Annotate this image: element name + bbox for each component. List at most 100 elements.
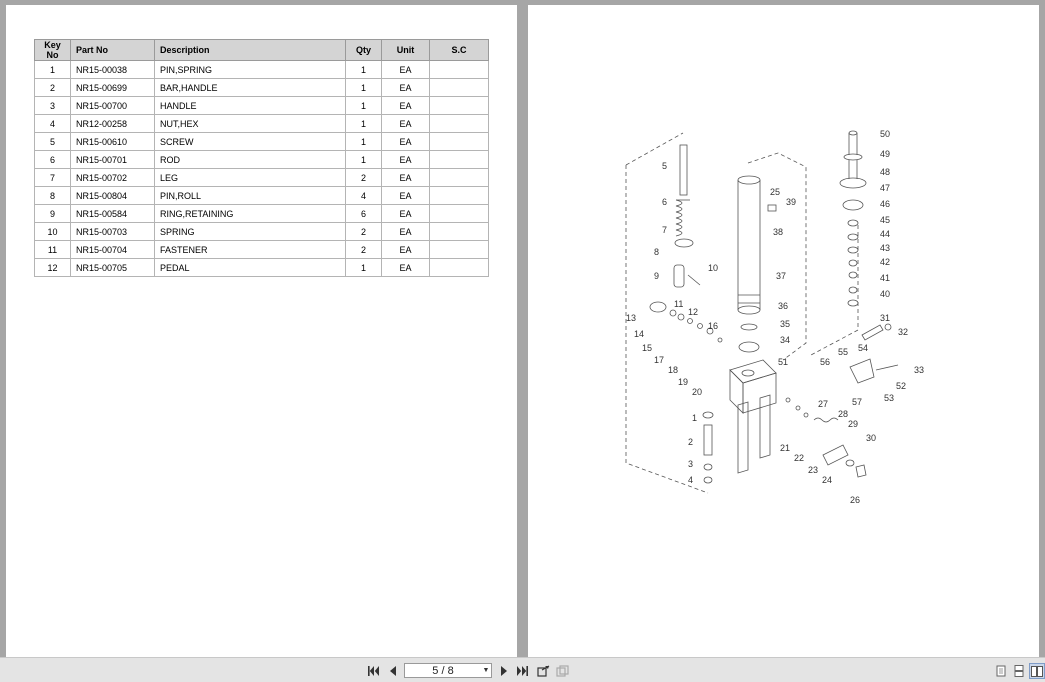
- cell-qty: 2: [345, 168, 382, 187]
- callout-17: 17: [654, 355, 664, 365]
- callout-1: 1: [692, 413, 697, 423]
- callout-37: 37: [776, 271, 786, 281]
- cell-description: LEG: [154, 168, 346, 187]
- go-back-icon[interactable]: [536, 664, 550, 678]
- callout-34: 34: [780, 335, 790, 345]
- page-number-select[interactable]: 5 / 8 ▼: [404, 663, 492, 678]
- cell-part-no: NR15-00804: [70, 186, 155, 205]
- callout-41: 41: [880, 273, 890, 283]
- page-parts-list: Key No Part No Description Qty Unit S.C …: [6, 5, 517, 657]
- callout-44: 44: [880, 229, 890, 239]
- callout-19: 19: [678, 377, 688, 387]
- callout-49: 49: [880, 149, 890, 159]
- cell-description: PIN,ROLL: [154, 186, 346, 205]
- callout-18: 18: [668, 365, 678, 375]
- two-page-icon[interactable]: [1029, 663, 1045, 679]
- callout-24: 24: [822, 475, 832, 485]
- callout-23: 23: [808, 465, 818, 475]
- callout-labels: 5049484746454443424140567891025393837363…: [626, 129, 924, 505]
- cell-unit: EA: [381, 96, 430, 115]
- viewer-toolbar: 5 / 8 ▼: [0, 657, 1045, 682]
- callout-5: 5: [662, 161, 667, 171]
- cell-key-no: 3: [34, 96, 71, 115]
- cell-description: SCREW: [154, 132, 346, 151]
- callout-22: 22: [794, 453, 804, 463]
- callout-35: 35: [780, 319, 790, 329]
- callout-32: 32: [898, 327, 908, 337]
- callout-25: 25: [770, 187, 780, 197]
- prev-page-icon[interactable]: [386, 664, 400, 678]
- table-row: 2 NR15-00699 BAR,HANDLE 1 EA: [34, 78, 489, 97]
- table-row: 3 NR15-00700 HANDLE 1 EA: [34, 96, 489, 115]
- parts-table: Key No Part No Description Qty Unit S.C …: [34, 39, 489, 277]
- callout-16: 16: [708, 321, 718, 331]
- cell-unit: EA: [381, 132, 430, 151]
- header-part-no: Part No: [70, 39, 155, 61]
- cell-qty: 4: [345, 186, 382, 205]
- cell-part-no: NR15-00702: [70, 168, 155, 187]
- cell-key-no: 5: [34, 132, 71, 151]
- continuous-icon[interactable]: [1012, 664, 1026, 678]
- callout-55: 55: [838, 347, 848, 357]
- callout-21: 21: [780, 443, 790, 453]
- cell-qty: 1: [345, 150, 382, 169]
- callout-8: 8: [654, 247, 659, 257]
- callout-56: 56: [820, 357, 830, 367]
- cell-part-no: NR15-00703: [70, 222, 155, 241]
- cell-description: ROD: [154, 150, 346, 169]
- cell-unit: EA: [381, 78, 430, 97]
- cell-description: PEDAL: [154, 258, 346, 277]
- table-header-row: Key No Part No Description Qty Unit S.C: [34, 39, 489, 61]
- cell-sc: [429, 150, 489, 169]
- cell-part-no: NR12-00258: [70, 114, 155, 133]
- callout-36: 36: [778, 301, 788, 311]
- callout-3: 3: [688, 459, 693, 469]
- header-sc: S.C: [429, 39, 489, 61]
- callout-29: 29: [848, 419, 858, 429]
- cell-unit: EA: [381, 222, 430, 241]
- cell-key-no: 1: [34, 60, 71, 79]
- cell-sc: [429, 222, 489, 241]
- callout-57: 57: [852, 397, 862, 407]
- callout-27: 27: [818, 399, 828, 409]
- table-row: 1 NR15-00038 PIN,SPRING 1 EA: [34, 60, 489, 79]
- cell-key-no: 2: [34, 78, 71, 97]
- cell-sc: [429, 96, 489, 115]
- callout-15: 15: [642, 343, 652, 353]
- cell-unit: EA: [381, 204, 430, 223]
- cell-qty: 6: [345, 204, 382, 223]
- callout-52: 52: [896, 381, 906, 391]
- cell-key-no: 4: [34, 114, 71, 133]
- cell-key-no: 11: [34, 240, 71, 259]
- cell-sc: [429, 114, 489, 133]
- table-row: 8 NR15-00804 PIN,ROLL 4 EA: [34, 186, 489, 205]
- document-viewer: Key No Part No Description Qty Unit S.C …: [0, 0, 1045, 682]
- cell-part-no: NR15-00699: [70, 78, 155, 97]
- single-page-icon[interactable]: [994, 664, 1008, 678]
- cell-part-no: NR15-00704: [70, 240, 155, 259]
- cell-key-no: 6: [34, 150, 71, 169]
- callout-54: 54: [858, 343, 868, 353]
- callout-51: 51: [778, 357, 788, 367]
- callout-26: 26: [850, 495, 860, 505]
- callout-46: 46: [880, 199, 890, 209]
- cell-qty: 1: [345, 96, 382, 115]
- cell-description: BAR,HANDLE: [154, 78, 346, 97]
- next-page-icon[interactable]: [497, 664, 511, 678]
- cell-description: RING,RETAINING: [154, 204, 346, 223]
- cell-unit: EA: [381, 114, 430, 133]
- callout-45: 45: [880, 215, 890, 225]
- callout-40: 40: [880, 289, 890, 299]
- table-row: 10 NR15-00703 SPRING 2 EA: [34, 222, 489, 241]
- first-page-icon[interactable]: [367, 664, 381, 678]
- table-row: 11 NR15-00704 FASTENER 2 EA: [34, 240, 489, 259]
- last-page-icon[interactable]: [515, 664, 529, 678]
- cell-qty: 2: [345, 240, 382, 259]
- cell-part-no: NR15-00701: [70, 150, 155, 169]
- cell-key-no: 8: [34, 186, 71, 205]
- table-row: 7 NR15-00702 LEG 2 EA: [34, 168, 489, 187]
- go-forward-icon[interactable]: [555, 664, 569, 678]
- cell-unit: EA: [381, 60, 430, 79]
- chevron-down-icon: ▼: [482, 667, 490, 674]
- callout-12: 12: [688, 307, 698, 317]
